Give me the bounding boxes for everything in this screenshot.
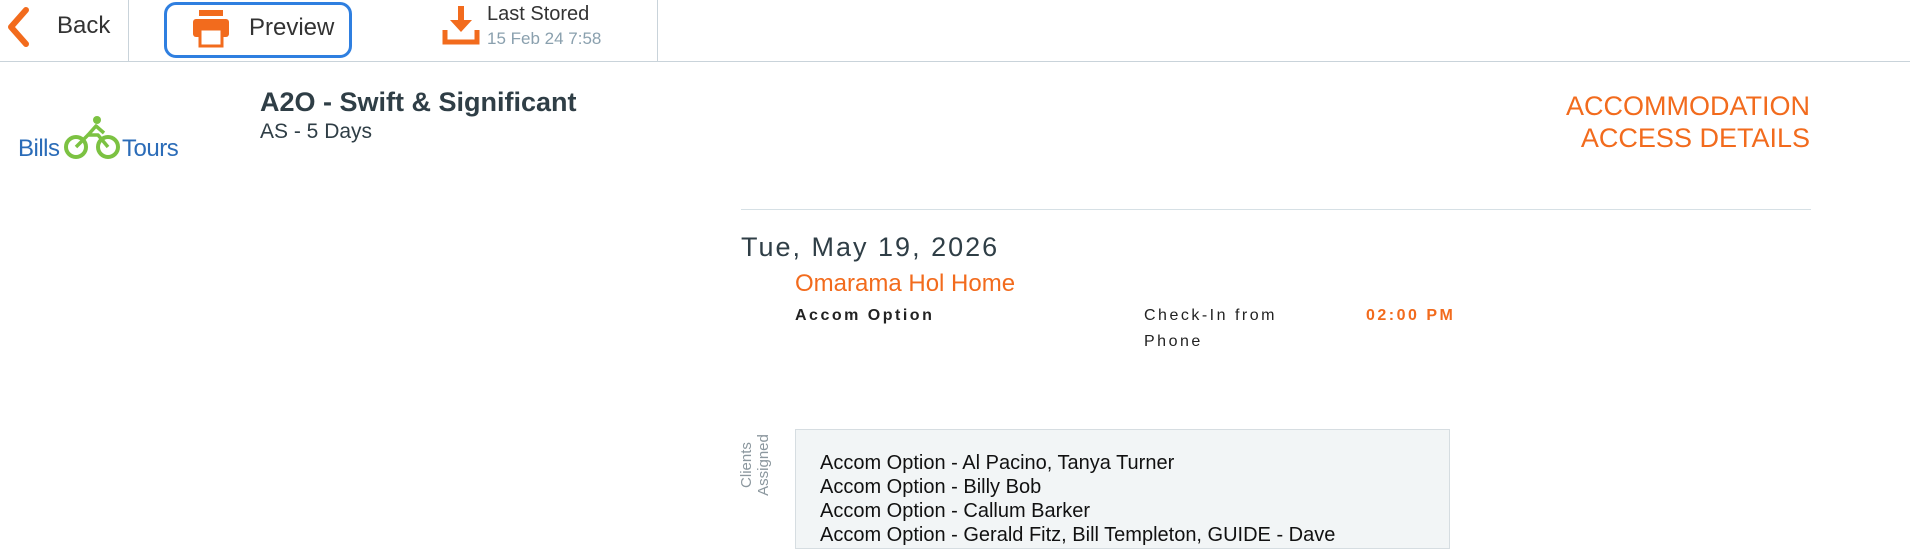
client-line: Accom Option - Al Pacino, Tanya Turner: [820, 452, 1175, 474]
checkin-time: 02:00 PM: [1366, 307, 1456, 324]
cyclist-icon: [64, 116, 120, 159]
printer-icon: [191, 10, 231, 53]
clients-assigned-label: Clients Assigned: [735, 430, 775, 500]
document-title: ACCOMMODATION ACCESS DETAILS: [1410, 90, 1810, 154]
clients-assigned-box: Accom Option - Al Pacino, Tanya Turner A…: [795, 429, 1450, 549]
clients-label-line-1: Clients: [738, 442, 755, 488]
client-line: Accom Option - Callum Barker: [820, 500, 1091, 522]
client-line: Accom Option - Gerald Fitz, Bill Templet…: [820, 524, 1336, 546]
preview-label: Preview: [249, 14, 335, 41]
toolbar-divider: [657, 0, 658, 61]
checkin-label: Check-In from: [1144, 307, 1277, 324]
last-stored-timestamp: 15 Feb 24 7:58: [487, 29, 602, 48]
chevron-left-icon: [6, 6, 32, 53]
document-title-line-2: ACCESS DETAILS: [1580, 123, 1810, 153]
back-button[interactable]: Back: [0, 0, 128, 61]
accommodation-name: Omarama Hol Home: [795, 270, 1016, 297]
trip-subtitle: AS - 5 Days: [260, 120, 373, 143]
client-line: Accom Option - Billy Bob: [820, 476, 1042, 498]
download-icon: [442, 6, 480, 51]
accom-option-label: Accom Option: [795, 307, 935, 324]
last-stored-title: Last Stored: [487, 3, 590, 25]
logo-word-2: Tours: [122, 135, 179, 162]
trip-title: A2O - Swift & Significant: [260, 87, 577, 117]
section-divider: [741, 209, 1811, 210]
back-label: Back: [57, 12, 111, 39]
last-stored-button[interactable]: Last Stored 15 Feb 24 7:58: [440, 0, 658, 61]
entry-date: Tue, May 19, 2026: [741, 232, 1000, 262]
logo-word-1: Bills: [18, 135, 60, 162]
top-toolbar: Back Preview Last Stored 15 Feb 24 7:58: [0, 0, 1910, 62]
phone-label: Phone: [1144, 333, 1203, 350]
clients-label-line-2: Assigned: [755, 434, 772, 496]
company-logo: Bills Tours: [18, 115, 188, 165]
document-title-line-1: ACCOMMODATION: [1566, 91, 1810, 121]
toolbar-divider: [128, 0, 129, 61]
preview-button[interactable]: Preview: [164, 2, 352, 58]
